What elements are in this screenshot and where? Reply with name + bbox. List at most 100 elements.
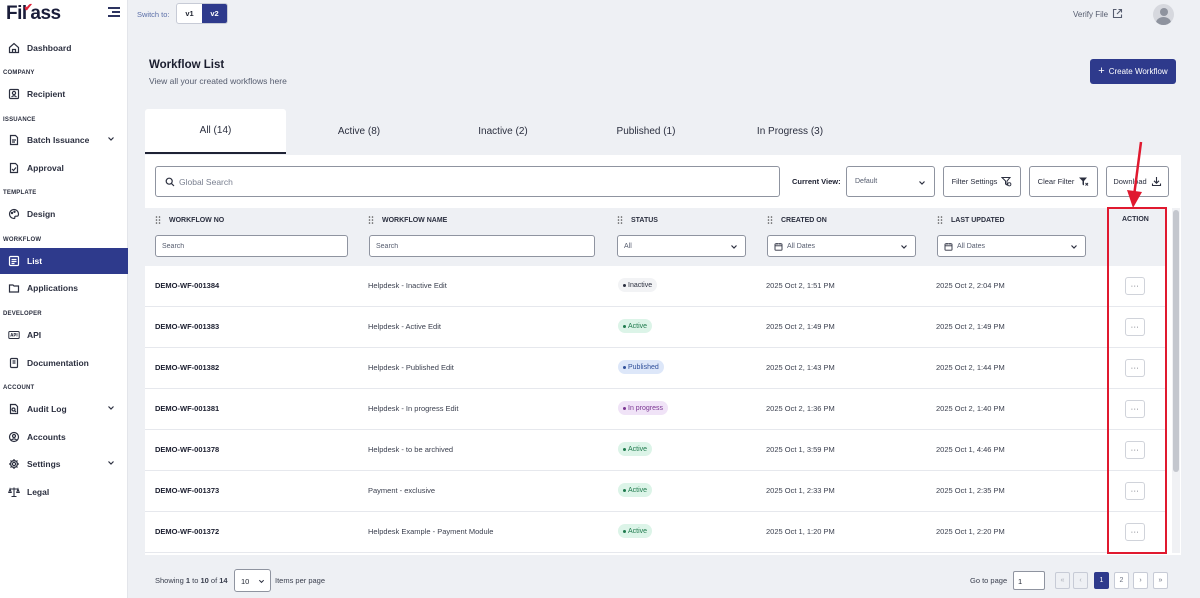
drag-handle-icon[interactable] (767, 216, 773, 224)
last-updated-filter-select[interactable]: All Dates (937, 235, 1086, 257)
version-v1-button[interactable]: v1 (177, 4, 202, 23)
workflow-no-cell[interactable]: DEMO-WF-001372 (155, 527, 219, 536)
verify-file-link[interactable]: Verify File (1073, 10, 1108, 19)
sidebar-item-batch-issuance[interactable]: Batch Issuance (0, 128, 128, 152)
column-header-status[interactable]: STATUS (617, 216, 658, 224)
next-page-button[interactable]: › (1133, 572, 1148, 589)
workflow-no-cell[interactable]: DEMO-WF-001384 (155, 281, 219, 290)
tab-published[interactable]: Published (1) (576, 109, 716, 154)
sidebar-item-api[interactable]: API API (0, 323, 128, 347)
list-icon (8, 255, 20, 267)
sidebar-item-legal[interactable]: Legal (0, 480, 128, 504)
created-on-cell: 2025 Oct 2, 1:36 PM (766, 404, 835, 413)
current-view-select[interactable]: Default (846, 166, 935, 197)
items-per-page-select[interactable]: 10 (234, 569, 271, 592)
sidebar-item-documentation[interactable]: Documentation (0, 351, 128, 375)
page-2-button[interactable]: 2 (1114, 572, 1129, 589)
status-badge-label: Active (628, 486, 648, 494)
drag-handle-icon[interactable] (937, 216, 943, 224)
workflow-no-filter-input[interactable] (162, 242, 347, 250)
tab-all[interactable]: All (14) (145, 109, 286, 154)
account-icon (8, 431, 20, 443)
version-v2-button[interactable]: v2 (202, 4, 227, 23)
sidebar-item-recipient[interactable]: Recipient (0, 82, 128, 106)
menu-toggle-icon[interactable] (108, 7, 120, 17)
chevron-down-icon (1071, 245, 1077, 249)
sidebar-item-list[interactable]: List (0, 248, 128, 274)
filter-settings-label: Filter Settings (951, 177, 998, 186)
workflow-name-cell: Helpdesk - Inactive Edit (368, 281, 447, 290)
table-scrollbar[interactable] (1172, 208, 1180, 553)
status-badge-label: Inactive (628, 281, 653, 289)
section-label-workflow: WORKFLOW (3, 237, 42, 243)
current-view-label: Current View: (792, 177, 841, 186)
last-updated-cell: 2025 Oct 2, 2:04 PM (936, 281, 1005, 290)
chevron-down-icon (108, 137, 114, 141)
workflow-no-cell[interactable]: DEMO-WF-001378 (155, 445, 219, 454)
workflow-no-filter[interactable] (155, 235, 348, 257)
go-to-page-input[interactable]: 1 (1013, 571, 1045, 590)
last-page-button[interactable]: » (1153, 572, 1168, 589)
status-filter-select[interactable]: All (617, 235, 746, 257)
table-row: DEMO-WF-001381 Helpdesk - In progress Ed… (145, 389, 1166, 430)
sidebar-item-label: Legal (27, 487, 50, 497)
workflow-no-cell[interactable]: DEMO-WF-001382 (155, 363, 219, 372)
external-link-icon[interactable] (1112, 8, 1123, 19)
prev-page-button[interactable]: ‹ (1073, 572, 1088, 589)
column-header-created-on[interactable]: CREATED ON (767, 216, 827, 224)
section-label-template: TEMPLATE (3, 190, 37, 196)
first-page-button[interactable]: « (1055, 572, 1070, 589)
tab-active[interactable]: Active (8) (289, 109, 429, 154)
logo[interactable]: Fil✔ass (6, 2, 61, 25)
column-header-last-updated[interactable]: LAST UPDATED (937, 216, 1005, 224)
created-on-cell: 2025 Oct 2, 1:51 PM (766, 281, 835, 290)
status-badge-label: Active (628, 322, 648, 330)
create-workflow-button[interactable]: + Create Workflow (1090, 59, 1176, 84)
status-badge: Published (618, 360, 664, 374)
avatar[interactable] (1153, 4, 1174, 25)
last-updated-cell: 2025 Oct 2, 1:44 PM (936, 363, 1005, 372)
chevron-down-icon (258, 579, 265, 584)
sidebar-item-applications[interactable]: Applications (0, 276, 128, 300)
status-badge: In progress (618, 401, 669, 415)
sidebar-item-audit-log[interactable]: Audit Log (0, 397, 128, 421)
filter-settings-button[interactable]: Filter Settings (943, 166, 1021, 197)
column-header-workflow-no[interactable]: WORKFLOW NO (155, 216, 224, 224)
sidebar-item-approval[interactable]: Approval (0, 156, 128, 180)
create-workflow-label: Create Workflow (1108, 67, 1168, 76)
workflow-name-filter-input[interactable] (376, 242, 594, 250)
audit-icon (8, 403, 20, 415)
drag-handle-icon[interactable] (368, 216, 374, 224)
sidebar-item-design[interactable]: Design (0, 202, 128, 226)
workflow-no-cell[interactable]: DEMO-WF-001373 (155, 486, 219, 495)
folder-icon (8, 282, 20, 294)
last-updated-cell: 2025 Oct 2, 1:49 PM (936, 322, 1005, 331)
global-search[interactable] (155, 166, 780, 197)
gear-icon (8, 458, 20, 470)
workflow-no-cell[interactable]: DEMO-WF-001381 (155, 404, 219, 413)
sidebar-item-dashboard[interactable]: Dashboard (0, 36, 128, 60)
scrollbar-thumb[interactable] (1173, 210, 1179, 472)
drag-handle-icon[interactable] (155, 216, 161, 224)
sidebar-item-label: Recipient (27, 89, 66, 99)
created-on-cell: 2025 Oct 1, 1:20 PM (766, 527, 835, 536)
column-header-label: WORKFLOW NAME (382, 216, 448, 224)
column-header-workflow-name[interactable]: WORKFLOW NAME (368, 216, 447, 224)
sidebar-item-settings[interactable]: Settings (0, 452, 128, 476)
global-search-input[interactable] (179, 176, 739, 187)
tab-in-progress[interactable]: In Progress (3) (720, 109, 860, 154)
svg-text:API: API (10, 333, 18, 338)
section-label-issuance: ISSUANCE (3, 117, 36, 123)
tab-inactive[interactable]: Inactive (2) (433, 109, 573, 154)
workflow-name-filter[interactable] (369, 235, 595, 257)
status-badge-label: In progress (628, 404, 664, 412)
workflow-no-cell[interactable]: DEMO-WF-001383 (155, 322, 219, 331)
created-on-cell: 2025 Oct 1, 2:33 PM (766, 486, 835, 495)
page-1-button[interactable]: 1 (1094, 572, 1109, 589)
home-icon (8, 42, 20, 54)
created-on-filter-select[interactable]: All Dates (767, 235, 916, 257)
clear-filter-button[interactable]: Clear Filter (1029, 166, 1098, 197)
sidebar-item-label: List (27, 256, 43, 266)
drag-handle-icon[interactable] (617, 216, 623, 224)
sidebar-item-accounts[interactable]: Accounts (0, 425, 128, 449)
